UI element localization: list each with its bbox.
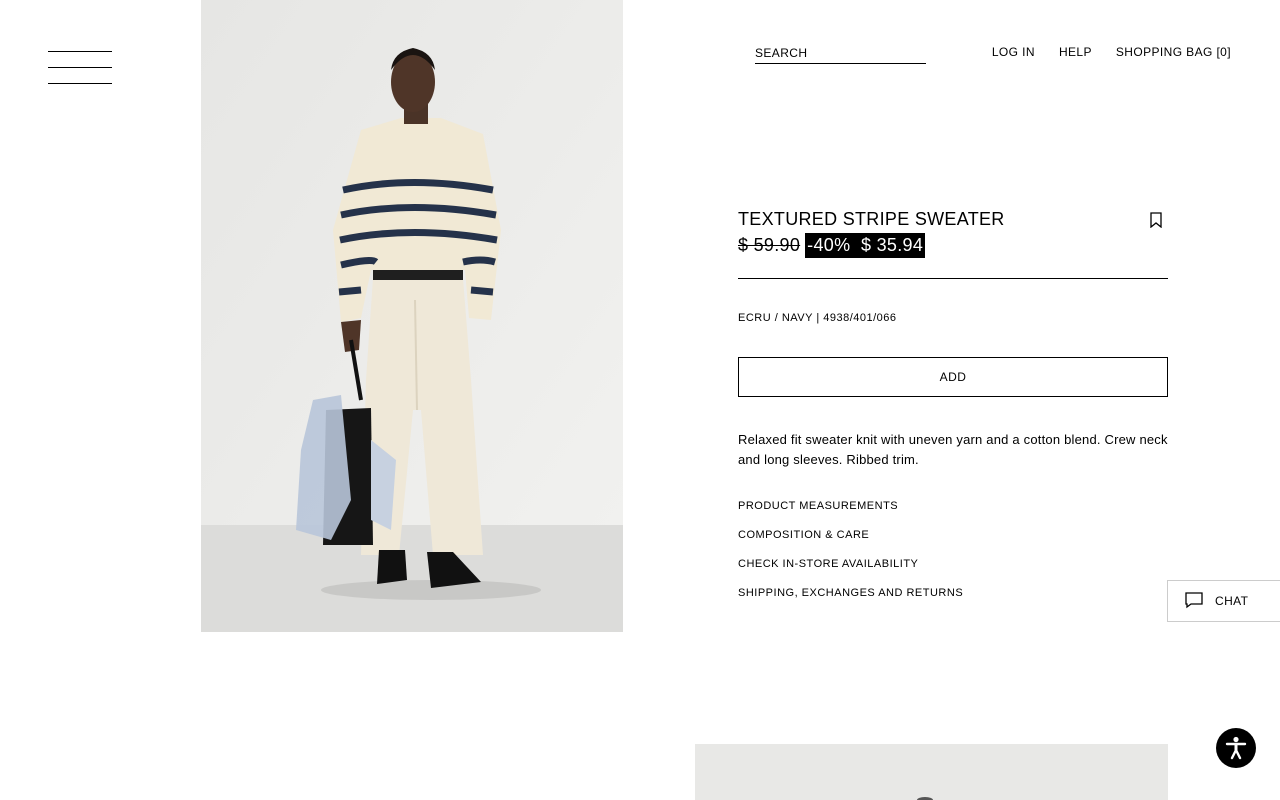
top-navigation: LOG IN HELP SHOPPING BAG [0] [992, 45, 1231, 59]
menu-line [48, 67, 112, 68]
product-measurements-link[interactable]: PRODUCT MEASUREMENTS [738, 500, 1168, 529]
product-details-links: PRODUCT MEASUREMENTS COMPOSITION & CARE … [738, 500, 1168, 616]
divider [738, 278, 1168, 279]
sale-price-badge: -40% $ 35.94 [805, 232, 926, 258]
accessibility-icon[interactable] [1216, 728, 1256, 768]
price-row: $ 59.90 -40% $ 35.94 [738, 232, 1168, 258]
chat-bubble-icon [1184, 591, 1204, 612]
secondary-photo-illustration [695, 744, 1168, 800]
secondary-product-image[interactable] [695, 744, 1168, 800]
composition-care-link[interactable]: COMPOSITION & CARE [738, 529, 1168, 558]
hamburger-menu-icon[interactable] [48, 51, 112, 85]
original-price: $ 59.90 [738, 234, 801, 255]
help-link[interactable]: HELP [1059, 45, 1092, 59]
shopping-bag-link[interactable]: SHOPPING BAG [0] [1116, 45, 1231, 59]
shipping-returns-link[interactable]: SHIPPING, EXCHANGES AND RETURNS [738, 587, 1168, 616]
menu-line [48, 83, 112, 84]
search-input[interactable] [755, 45, 926, 60]
chat-label: CHAT [1215, 594, 1249, 608]
menu-line [48, 51, 112, 52]
search-field[interactable] [755, 44, 926, 64]
product-description: Relaxed fit sweater knit with uneven yar… [738, 432, 1168, 467]
product-image[interactable] [201, 0, 623, 632]
in-store-availability-link[interactable]: CHECK IN-STORE AVAILABILITY [738, 558, 1168, 587]
product-info: TEXTURED STRIPE SWEATER $ 59.90 -40% $ 3… [738, 208, 1168, 616]
product-photo-illustration [201, 0, 623, 632]
login-link[interactable]: LOG IN [992, 45, 1035, 59]
bookmark-icon[interactable] [1149, 212, 1163, 229]
color-reference: ECRU / NAVY | 4938/401/066 [738, 312, 897, 324]
product-title: TEXTURED STRIPE SWEATER [738, 209, 1005, 229]
chat-button[interactable]: CHAT [1167, 580, 1280, 622]
add-to-bag-button[interactable]: ADD [738, 357, 1168, 397]
